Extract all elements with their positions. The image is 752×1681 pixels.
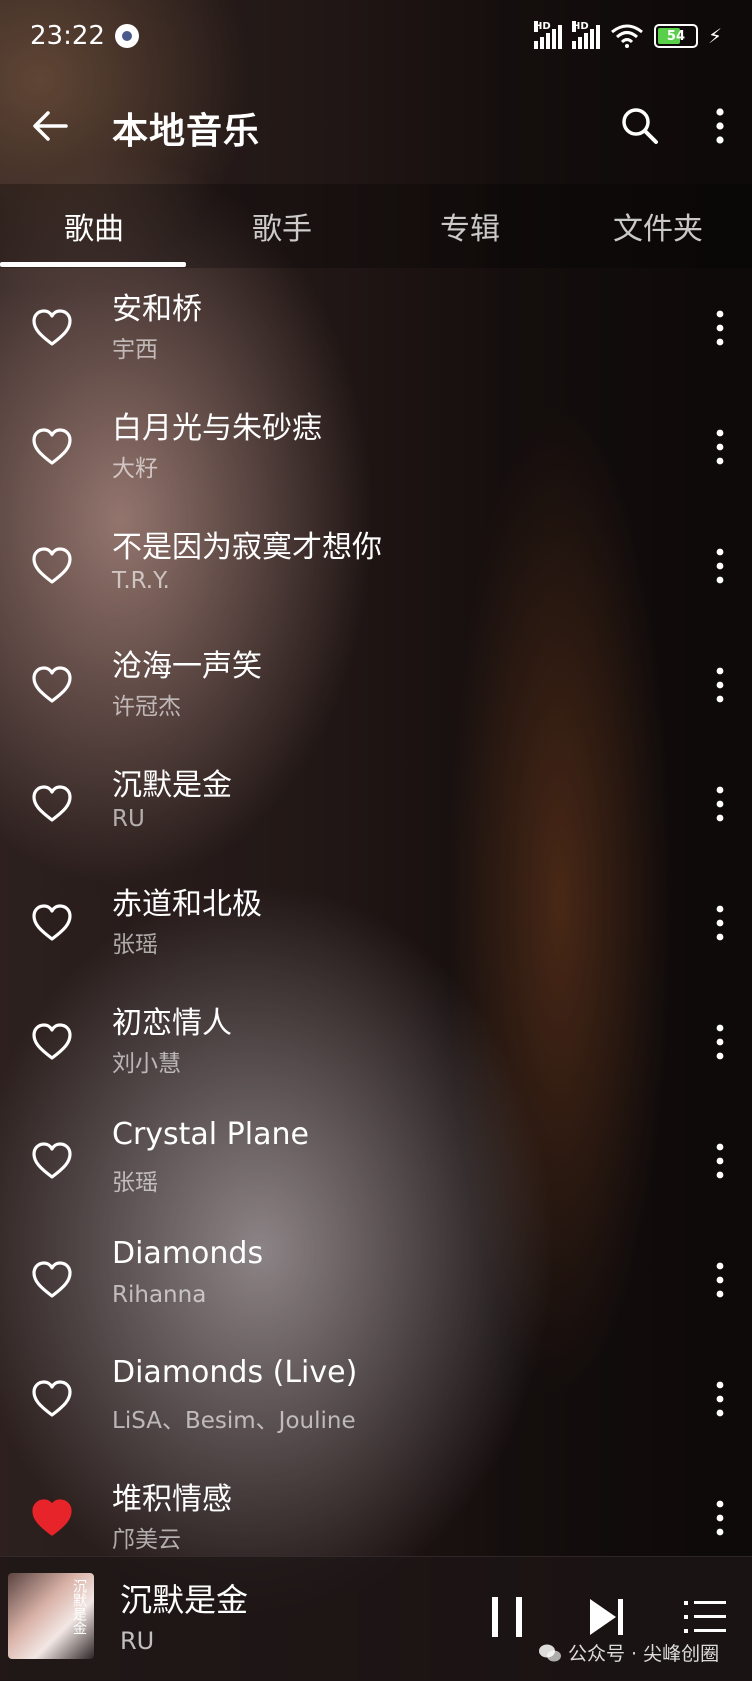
more-vertical-icon[interactable] (710, 782, 730, 826)
tab-artists[interactable]: 歌手 (188, 184, 376, 268)
song-row[interactable]: Crystal Plane 张瑶 (0, 1101, 752, 1220)
more-vertical-icon[interactable] (710, 901, 730, 945)
app-bar: 本地音乐 (0, 72, 752, 184)
song-row[interactable]: 初恋情人 刘小慧 (0, 982, 752, 1101)
song-title: 沧海一声笑 (112, 649, 262, 684)
cellular-signal-icon: HD (533, 21, 562, 49)
battery-icon: 54 (653, 24, 698, 48)
pause-icon[interactable] (488, 1595, 528, 1639)
song-title: 安和桥 (112, 292, 202, 327)
now-playing-artist: RU (120, 1627, 155, 1655)
song-artist: LiSA、Besim、Jouline (112, 1408, 356, 1434)
song-title: Diamonds (112, 1236, 264, 1271)
album-cover[interactable]: 沉默是金 (8, 1573, 94, 1659)
more-vertical-icon[interactable] (710, 1496, 730, 1540)
song-artist: T.R.Y. (112, 568, 170, 594)
charging-icon: ⚡ (707, 24, 722, 48)
song-row[interactable]: 沧海一声笑 许冠杰 (0, 625, 752, 744)
more-vertical-icon[interactable] (710, 425, 730, 469)
song-artist: 刘小慧 (112, 1051, 181, 1077)
song-title: 赤道和北极 (112, 887, 262, 922)
song-row[interactable]: Diamonds (Live) LiSA、Besim、Jouline (0, 1339, 752, 1458)
heart-outline-icon[interactable] (30, 1258, 74, 1302)
song-artist: 宇西 (112, 337, 158, 363)
more-vertical-icon[interactable] (710, 1020, 730, 1064)
wechat-icon (539, 1644, 561, 1661)
more-vertical-icon[interactable] (710, 1139, 730, 1183)
song-artist: 许冠杰 (112, 694, 181, 720)
status-time: 23:22 (30, 21, 105, 51)
search-icon[interactable] (618, 104, 662, 148)
playlist-queue-icon[interactable] (684, 1597, 726, 1637)
song-row[interactable]: 不是因为寂寞才想你 T.R.Y. (0, 506, 752, 625)
wifi-icon (611, 24, 643, 48)
page-title: 本地音乐 (112, 111, 261, 152)
song-title: 初恋情人 (112, 1006, 232, 1041)
skip-next-icon[interactable] (586, 1595, 626, 1639)
song-row[interactable]: Diamonds Rihanna (0, 1220, 752, 1339)
song-row[interactable]: 白月光与朱砂痣 大籽 (0, 387, 752, 506)
song-row[interactable]: 沉默是金 RU (0, 744, 752, 863)
heart-filled-icon[interactable] (30, 1496, 74, 1540)
heart-outline-icon[interactable] (30, 901, 74, 945)
settings-status-icon (114, 24, 139, 48)
tab-bar: 歌曲 歌手 专辑 文件夹 (0, 184, 752, 268)
song-artist: RU (112, 806, 145, 832)
heart-outline-icon[interactable] (30, 1139, 74, 1183)
heart-outline-icon[interactable] (30, 306, 74, 350)
more-vertical-icon[interactable] (710, 544, 730, 588)
song-title: 不是因为寂寞才想你 (112, 530, 382, 565)
heart-outline-icon[interactable] (30, 544, 74, 588)
more-vertical-icon[interactable] (710, 1377, 730, 1421)
more-vertical-icon[interactable] (710, 663, 730, 707)
song-artist: 张瑶 (112, 932, 158, 958)
tab-songs[interactable]: 歌曲 (0, 184, 188, 268)
song-title: Crystal Plane (112, 1117, 309, 1152)
heart-outline-icon[interactable] (30, 425, 74, 469)
watermark: 公众号 · 尖峰创圈 (538, 1639, 719, 1666)
more-vertical-icon[interactable] (710, 1258, 730, 1302)
more-vertical-icon[interactable] (708, 104, 732, 148)
song-row[interactable]: 安和桥 宇西 (0, 268, 752, 387)
heart-outline-icon[interactable] (30, 663, 74, 707)
battery-level: 54 (666, 28, 685, 44)
tab-albums[interactable]: 专辑 (376, 184, 564, 268)
song-artist: 张瑶 (112, 1170, 158, 1196)
now-playing-bar[interactable]: 沉默是金 沉默是金 RU 公众号 · 尖峰创圈 (0, 1556, 752, 1681)
cellular-signal-icon-2: HD (571, 21, 600, 49)
song-list: 安和桥宇西白月光与朱砂痣大籽不是因为寂寞才想你 T.R.Y. 沧海一声笑许冠杰沉默是… (0, 268, 752, 1577)
tab-indicator (0, 262, 186, 267)
song-title: Diamonds (Live) (112, 1355, 358, 1390)
arrow-left-icon[interactable] (28, 104, 72, 148)
heart-outline-icon[interactable] (30, 1377, 74, 1421)
tab-folders[interactable]: 文件夹 (564, 184, 752, 268)
heart-outline-icon[interactable] (30, 1020, 74, 1064)
song-title: 白月光与朱砂痣 (112, 411, 322, 446)
song-artist: 大籽 (112, 456, 158, 482)
song-artist: Rihanna (112, 1282, 207, 1308)
song-row[interactable]: 赤道和北极 张瑶 (0, 863, 752, 982)
heart-outline-icon[interactable] (30, 782, 74, 826)
song-title: 堆积情感 (112, 1482, 232, 1517)
more-vertical-icon[interactable] (710, 306, 730, 350)
song-title: 沉默是金 (112, 768, 232, 803)
now-playing-title: 沉默是金 (120, 1581, 249, 1619)
song-artist: 邝美云 (112, 1527, 181, 1553)
status-bar: 23:22 HD HD 54 ⚡ (0, 0, 752, 72)
